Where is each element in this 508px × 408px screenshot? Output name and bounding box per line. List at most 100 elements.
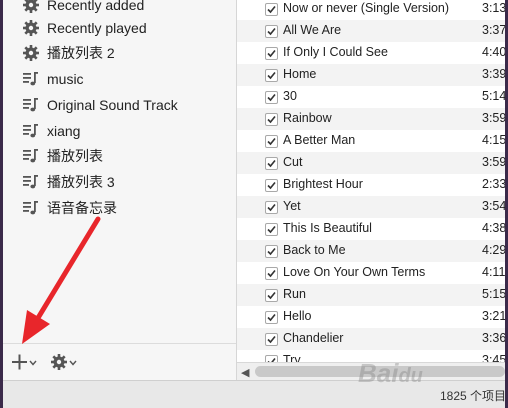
item-count: 1825 个项目 xyxy=(440,389,505,403)
table-row[interactable]: Yet 3:54 xyxy=(237,196,505,218)
sidebar-item-playlist-2[interactable]: 播放列表 2 xyxy=(21,42,115,64)
sidebar-item-voice-memos[interactable]: 语音备忘录 xyxy=(21,197,117,219)
song-duration: 5:15 xyxy=(482,287,505,301)
song-duration: 3:21 xyxy=(482,309,505,323)
table-row[interactable]: Cut 3:59 xyxy=(237,152,505,174)
song-title: Chandelier xyxy=(283,331,344,345)
checkmark-icon xyxy=(267,27,276,36)
checkbox[interactable] xyxy=(265,267,278,280)
table-row[interactable]: Hello 3:21 xyxy=(237,306,505,328)
song-title: Rainbow xyxy=(283,111,332,125)
checkmark-icon xyxy=(267,225,276,234)
checkbox[interactable] xyxy=(265,333,278,346)
itunes-window: Recently added Recently played 播放列表 2 mu… xyxy=(3,0,505,408)
song-title: This Is Beautiful xyxy=(283,221,372,235)
song-title: If Only I Could See xyxy=(283,45,388,59)
sidebar-item-recently-played[interactable]: Recently played xyxy=(21,17,147,39)
song-title: Love On Your Own Terms xyxy=(283,265,426,279)
checkmark-icon xyxy=(267,181,276,190)
table-row[interactable]: If Only I Could See 4:40 xyxy=(237,42,505,64)
checkmark-icon xyxy=(267,203,276,212)
table-row[interactable]: Brightest Hour 2:33 xyxy=(237,174,505,196)
song-title: A Better Man xyxy=(283,133,356,147)
sidebar-item-original-sound-track[interactable]: Original Sound Track xyxy=(21,94,178,116)
sidebar-item-label: Recently added xyxy=(47,0,145,13)
song-duration: 3:54 xyxy=(482,199,505,213)
table-row[interactable]: 30 5:14 xyxy=(237,86,505,108)
playlist-icon xyxy=(21,69,41,89)
checkmark-icon xyxy=(267,115,276,124)
checkmark-icon xyxy=(267,159,276,168)
checkbox[interactable] xyxy=(265,289,278,302)
sidebar-item-recently-added[interactable]: Recently added xyxy=(21,0,144,16)
gear-icon xyxy=(21,18,41,38)
song-title: Brightest Hour xyxy=(283,177,363,191)
sidebar-item-label: 播放列表 2 xyxy=(47,45,115,61)
checkbox[interactable] xyxy=(265,47,278,60)
checkbox[interactable] xyxy=(265,311,278,324)
sidebar-item-label: 语音备忘录 xyxy=(47,200,117,216)
gear-icon xyxy=(21,0,41,15)
table-row[interactable]: This Is Beautiful 4:38 xyxy=(237,218,505,240)
sidebar-item-label: 播放列表 xyxy=(47,148,103,164)
table-row[interactable]: Back to Me 4:29 xyxy=(237,240,505,262)
sidebar-item-playlist[interactable]: 播放列表 xyxy=(21,145,103,167)
checkmark-icon xyxy=(267,269,276,278)
table-row[interactable]: Chandelier 3:36 xyxy=(237,328,505,350)
song-title: Run xyxy=(283,287,306,301)
song-duration: 4:40 xyxy=(482,45,505,59)
baidu-watermark: Baidu xyxy=(358,358,423,388)
sidebar-item-playlist-3[interactable]: 播放列表 3 xyxy=(21,171,115,193)
status-bar: 1825 个项目 xyxy=(3,380,505,408)
song-duration: 3:36 xyxy=(482,331,505,345)
checkbox[interactable] xyxy=(265,201,278,214)
settings-button[interactable] xyxy=(49,350,81,374)
table-row[interactable]: Run 5:15 xyxy=(237,284,505,306)
song-duration: 3:37 xyxy=(482,23,505,37)
table-row[interactable]: Now or never (Single Version) 3:13 xyxy=(237,0,505,20)
checkbox[interactable] xyxy=(265,179,278,192)
song-duration: 4:38 xyxy=(482,221,505,235)
checkbox[interactable] xyxy=(265,25,278,38)
checkmark-icon xyxy=(267,335,276,344)
checkbox[interactable] xyxy=(265,135,278,148)
song-duration: 2:33 xyxy=(482,177,505,191)
checkmark-icon xyxy=(267,247,276,256)
checkmark-icon xyxy=(267,49,276,58)
checkmark-icon xyxy=(267,137,276,146)
sidebar-item-xiang[interactable]: xiang xyxy=(21,120,80,142)
sidebar-item-label: xiang xyxy=(47,123,81,139)
song-title: Back to Me xyxy=(283,243,346,257)
table-row[interactable]: A Better Man 4:15 xyxy=(237,130,505,152)
song-duration: 4:11 xyxy=(482,265,505,279)
checkbox[interactable] xyxy=(265,157,278,170)
gear-icon xyxy=(21,43,41,63)
song-duration: 5:14 xyxy=(482,89,505,103)
table-row[interactable]: Home 3:39 xyxy=(237,64,505,86)
song-title: Cut xyxy=(283,155,303,169)
checkbox[interactable] xyxy=(265,69,278,82)
sidebar-item-music[interactable]: music xyxy=(21,68,84,90)
sidebar-footer xyxy=(3,343,236,381)
checkbox[interactable] xyxy=(265,245,278,258)
sidebar-item-label: Recently played xyxy=(47,20,147,36)
plus-icon xyxy=(12,354,37,370)
song-title: Now or never (Single Version) xyxy=(283,1,450,15)
song-duration: 3:59 xyxy=(482,155,505,169)
song-title: All We Are xyxy=(283,23,342,37)
checkmark-icon xyxy=(267,313,276,322)
sidebar-item-label: 播放列表 3 xyxy=(47,174,115,190)
table-row[interactable]: Love On Your Own Terms 4:11 xyxy=(237,262,505,284)
song-duration: 4:15 xyxy=(482,133,505,147)
checkbox[interactable] xyxy=(265,3,278,16)
checkbox[interactable] xyxy=(265,91,278,104)
scroll-left-icon[interactable]: ◀ xyxy=(241,366,249,379)
playlist-icon xyxy=(21,198,41,218)
song-title: Yet xyxy=(283,199,301,213)
add-playlist-button[interactable] xyxy=(11,350,41,374)
table-row[interactable]: Rainbow 3:59 xyxy=(237,108,505,130)
checkbox[interactable] xyxy=(265,113,278,126)
table-row[interactable]: All We Are 3:37 xyxy=(237,20,505,42)
playlist-icon xyxy=(21,172,41,192)
checkbox[interactable] xyxy=(265,223,278,236)
